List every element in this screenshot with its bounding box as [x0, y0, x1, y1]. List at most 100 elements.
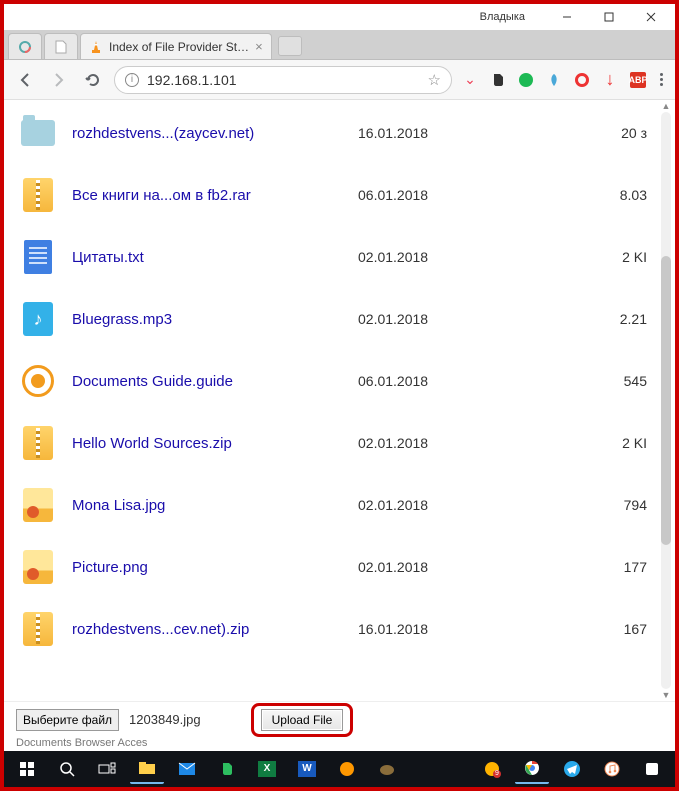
opera-icon[interactable] — [572, 70, 592, 90]
file-list: rozhdestvens...(zaycev.net) 16.01.2018 20 … — [4, 100, 675, 660]
reload-button[interactable] — [80, 67, 106, 93]
file-row[interactable]: Все книги на...ом в fb2.rar06.01.20188.0… — [4, 164, 675, 226]
browser-navbar: i 192.168.1.101 ☆ ⌄ ↓ ABP — [4, 60, 675, 100]
window-titlebar: Владыка — [4, 4, 675, 30]
tab-strip: Index of File Provider St… × — [4, 30, 675, 60]
zip-icon — [20, 425, 56, 461]
scroll-up-icon[interactable]: ▲ — [661, 100, 671, 112]
choose-file-button[interactable]: Выберите файл — [16, 709, 119, 731]
file-row[interactable]: rozhdestvens...cev.net).zip 16.01.2018 167 — [4, 598, 675, 660]
file-row[interactable]: Цитаты.txt02.01.20182 KI — [4, 226, 675, 288]
taskbar-explorer[interactable] — [130, 754, 164, 784]
file-row[interactable]: Hello World Sources.zip 02.01.2018 2 KI — [4, 412, 675, 474]
taskbar-word[interactable]: W — [290, 754, 324, 784]
zip-icon — [20, 611, 56, 647]
zip-icon — [20, 177, 56, 213]
scroll-track[interactable] — [661, 112, 671, 689]
bookmark-star-icon[interactable]: ☆ — [428, 71, 441, 89]
file-size: 20 з — [621, 125, 659, 141]
file-size: 2 KI — [622, 435, 659, 451]
back-button[interactable] — [12, 67, 38, 93]
tab-close-icon[interactable]: × — [255, 39, 263, 54]
file-row[interactable]: Documents Guide.guide 06.01.2018 545 — [4, 350, 675, 412]
file-row[interactable]: Mona Lisa.jpg 02.01.2018 794 — [4, 474, 675, 536]
taskbar-gimp[interactable] — [370, 754, 404, 784]
browser-menu-button[interactable] — [656, 69, 667, 90]
img-icon — [20, 487, 56, 523]
file-name-link[interactable]: rozhdestvens...(zaycev.net) — [72, 125, 342, 142]
file-name-link[interactable]: Picture.png — [72, 559, 342, 576]
user-label: Владыка — [480, 11, 525, 23]
file-name-link[interactable]: Все книги на...ом в fb2.rar — [72, 187, 342, 204]
file-row[interactable]: ♪ Bluegrass.mp3 02.01.2018 2.21 — [4, 288, 675, 350]
file-row[interactable]: Picture.png02.01.2018177 — [4, 536, 675, 598]
doc-icon — [20, 239, 56, 275]
taskbar-telegram[interactable] — [555, 754, 589, 784]
url-text: 192.168.1.101 — [147, 72, 237, 88]
forward-button[interactable] — [46, 67, 72, 93]
file-name-link[interactable]: Hello World Sources.zip — [72, 435, 342, 452]
file-name-link[interactable]: Цитаты.txt — [72, 249, 342, 266]
close-button[interactable] — [631, 6, 671, 28]
file-date: 02.01.2018 — [358, 497, 468, 513]
folder-icon — [20, 115, 56, 151]
taskbar-app-last[interactable] — [635, 754, 669, 784]
upload-file-button[interactable]: Upload File — [261, 709, 344, 731]
browsec-icon[interactable] — [544, 70, 564, 90]
file-name-link[interactable]: Bluegrass.mp3 — [72, 311, 342, 328]
taskbar-tray-1[interactable]: 9 — [475, 754, 509, 784]
file-name-link[interactable]: Mona Lisa.jpg — [72, 497, 342, 514]
file-size: 2.21 — [620, 311, 659, 327]
search-button[interactable] — [50, 754, 84, 784]
footer-text: Documents Browser Acces — [4, 737, 675, 751]
file-name-link[interactable]: rozhdestvens...cev.net).zip — [72, 621, 342, 638]
taskbar-itunes[interactable] — [595, 754, 629, 784]
file-size: 167 — [624, 621, 659, 637]
taskbar-evernote[interactable] — [210, 754, 244, 784]
pocket-icon[interactable]: ⌄ — [460, 70, 480, 90]
start-button[interactable] — [10, 754, 44, 784]
scrollbar[interactable]: ▲ ▼ — [661, 100, 671, 701]
taskbar-chrome[interactable] — [515, 754, 549, 784]
taskbar-excel[interactable]: X — [250, 754, 284, 784]
maximize-button[interactable] — [589, 6, 629, 28]
file-size: 177 — [624, 559, 659, 575]
file-date: 06.01.2018 — [358, 373, 468, 389]
adblock-icon[interactable]: ABP — [628, 70, 648, 90]
img-icon — [20, 549, 56, 585]
file-date: 02.01.2018 — [358, 311, 468, 327]
guide-icon — [20, 363, 56, 399]
file-row[interactable]: rozhdestvens...(zaycev.net) 16.01.2018 20 … — [4, 102, 675, 164]
upload-highlight: Upload File — [261, 709, 344, 731]
tab-active[interactable]: Index of File Provider St… × — [80, 33, 272, 59]
file-date: 02.01.2018 — [358, 435, 468, 451]
site-info-icon[interactable]: i — [125, 73, 139, 87]
file-size: 545 — [624, 373, 659, 389]
tab-blank[interactable] — [44, 33, 78, 59]
file-date: 16.01.2018 — [358, 621, 468, 637]
taskbar-mail[interactable] — [170, 754, 204, 784]
selected-filename: 1203849.jpg — [129, 712, 201, 727]
tab-home[interactable] — [8, 33, 42, 59]
minimize-button[interactable] — [547, 6, 587, 28]
file-date: 02.01.2018 — [358, 249, 468, 265]
new-tab-button[interactable] — [278, 36, 302, 56]
windows-taskbar: X W 9 — [4, 751, 675, 787]
scroll-down-icon[interactable]: ▼ — [661, 689, 671, 701]
scroll-thumb[interactable] — [661, 256, 671, 545]
evernote-icon[interactable] — [488, 70, 508, 90]
tab-title: Index of File Provider St… — [109, 40, 249, 54]
file-date: 16.01.2018 — [358, 125, 468, 141]
task-view-button[interactable] — [90, 754, 124, 784]
taskbar-media[interactable] — [330, 754, 364, 784]
audio-icon: ♪ — [20, 301, 56, 337]
file-date: 06.01.2018 — [358, 187, 468, 203]
vlc-icon — [89, 40, 103, 54]
address-bar[interactable]: i 192.168.1.101 ☆ — [114, 66, 452, 94]
file-size: 794 — [624, 497, 659, 513]
page-content: rozhdestvens...(zaycev.net) 16.01.2018 20 … — [4, 100, 675, 701]
file-name-link[interactable]: Documents Guide.guide — [72, 373, 342, 390]
window-frame: Владыка Index of File Provider St… × i 1… — [0, 0, 679, 791]
green-dot-icon[interactable] — [516, 70, 536, 90]
download-icon[interactable]: ↓ — [600, 70, 620, 90]
